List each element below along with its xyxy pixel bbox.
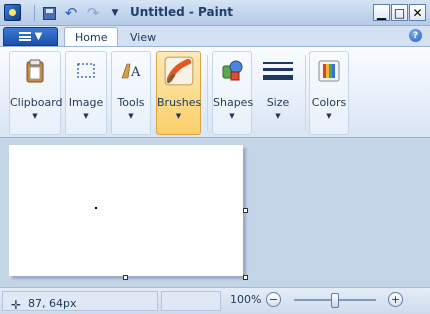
- ribbon-group-label: Clipboard: [10, 96, 63, 109]
- ribbon-group-shapes[interactable]: Shapes ▼: [212, 51, 254, 135]
- minus-icon: −: [268, 293, 279, 306]
- cursor-position: 87, 64px: [28, 297, 77, 310]
- svg-text:A: A: [130, 65, 141, 80]
- zoom-slider-thumb[interactable]: [331, 293, 339, 308]
- canvas-workspace[interactable]: [0, 139, 430, 287]
- plus-icon: +: [390, 293, 401, 306]
- save-icon: [42, 6, 56, 20]
- ribbon-group-label: Size: [266, 96, 290, 109]
- ribbon-group-size[interactable]: Size ▼: [256, 51, 300, 135]
- chevron-down-icon: ▼: [326, 112, 332, 120]
- ribbon-group-brushes[interactable]: Brushes ▼: [156, 51, 201, 135]
- colors-icon: [318, 60, 340, 82]
- ribbon-group-colors[interactable]: Colors ▼: [309, 51, 349, 135]
- resize-handle-corner[interactable]: [243, 275, 248, 280]
- zoom-out-button[interactable]: −: [266, 292, 281, 307]
- ribbon-group-label: Brushes: [157, 96, 202, 109]
- size-icon: [263, 62, 293, 80]
- shapes-icon: [222, 60, 243, 81]
- paint-app-icon[interactable]: [4, 4, 21, 21]
- chevron-down-icon: ▼: [229, 112, 235, 120]
- ribbon-group-clipboard[interactable]: Clipboard ▼: [9, 51, 63, 135]
- select-icon: [77, 63, 95, 78]
- help-icon[interactable]: ?: [409, 29, 422, 42]
- ribbon-group-label: Colors: [311, 96, 347, 109]
- redo-button[interactable]: ↷: [84, 4, 102, 22]
- ribbon-group-tools[interactable]: A Tools ▼: [111, 51, 151, 135]
- tab-label: View: [130, 30, 157, 44]
- close-icon: ✕: [412, 5, 423, 20]
- drawing-canvas[interactable]: [9, 145, 243, 276]
- undo-button[interactable]: ↶: [62, 4, 80, 22]
- chevron-down-icon: ▼: [128, 112, 134, 120]
- menu-icon: [18, 32, 31, 41]
- maximize-button[interactable]: □: [391, 4, 408, 21]
- tab-view[interactable]: View: [120, 27, 166, 47]
- resize-handle-right[interactable]: [243, 208, 248, 213]
- ribbon: Clipboard ▼ Image ▼ A Tools ▼ Brushes ▼: [0, 46, 430, 138]
- paint-menu-button[interactable]: ▼: [3, 27, 58, 46]
- chevron-down-icon: ▼: [275, 112, 281, 120]
- group-separator: [207, 55, 208, 131]
- ribbon-group-label: Tools: [117, 96, 145, 109]
- chevron-down-icon: ▼: [175, 112, 182, 120]
- ribbon-group-label: Image: [68, 96, 104, 109]
- redo-icon: ↷: [86, 4, 100, 22]
- save-button[interactable]: [40, 4, 58, 22]
- chevron-down-icon: ▼: [83, 112, 89, 120]
- cursor-crosshair-icon: ✛: [11, 298, 22, 312]
- chevron-down-icon: ▼: [111, 8, 119, 18]
- zoom-level: 100%: [230, 293, 262, 306]
- minimize-button[interactable]: ▁: [373, 4, 390, 21]
- title-bar: ↶ ↷ ▼ Untitled - Paint ▁ □ ✕: [0, 0, 430, 26]
- close-button[interactable]: ✕: [409, 4, 426, 21]
- brush-icon: [164, 56, 193, 86]
- chevron-down-icon: ▼: [34, 31, 43, 42]
- resize-handle-bottom[interactable]: [123, 275, 128, 280]
- tab-home[interactable]: Home: [64, 27, 119, 47]
- undo-icon: ↶: [64, 4, 78, 22]
- ribbon-tab-bar: ▼ Home View ?: [0, 26, 430, 47]
- clipboard-icon: [26, 59, 44, 83]
- ribbon-group-label: Shapes: [213, 96, 254, 109]
- canvas-pixel: [95, 207, 97, 209]
- minimize-icon: ▁: [376, 5, 387, 20]
- cursor-position-cell: ✛ 87, 64px: [2, 291, 158, 312]
- zoom-in-button[interactable]: +: [388, 292, 403, 307]
- ribbon-group-image[interactable]: Image ▼: [65, 51, 107, 135]
- tab-label: Home: [75, 31, 108, 44]
- maximize-icon: □: [393, 5, 406, 20]
- quick-access-separator: [34, 5, 35, 21]
- group-separator: [305, 55, 306, 131]
- window-title: Untitled - Paint: [130, 5, 234, 19]
- chevron-down-icon: ▼: [32, 112, 38, 120]
- selection-size-cell: [161, 291, 221, 311]
- text-tool-icon: A: [121, 63, 141, 80]
- customize-quick-access-button[interactable]: ▼: [106, 4, 124, 22]
- status-bar: ✛ 87, 64px 100% − +: [0, 287, 430, 314]
